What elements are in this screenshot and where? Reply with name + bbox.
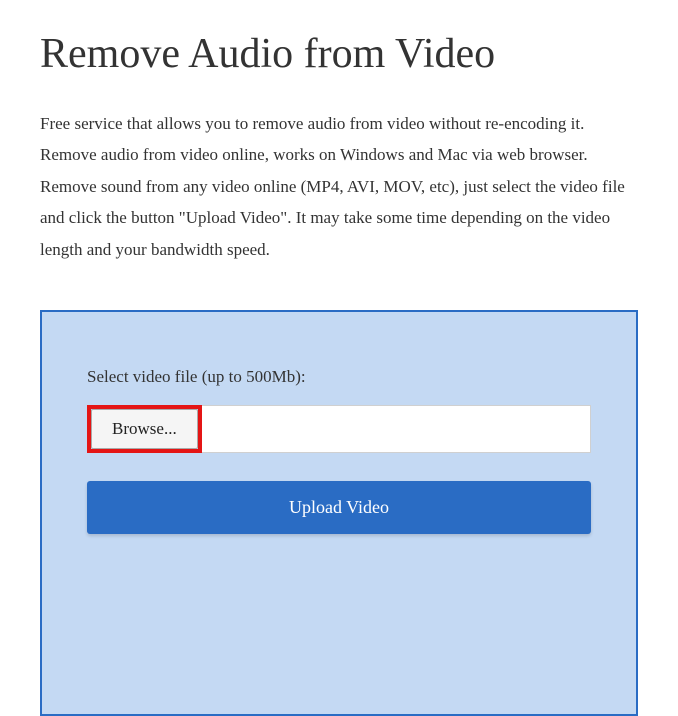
browse-button[interactable]: Browse... (91, 409, 198, 449)
file-input-row: Browse... (87, 405, 591, 453)
browse-highlight: Browse... (87, 405, 202, 453)
page-description: Free service that allows you to remove a… (40, 108, 638, 265)
page-title: Remove Audio from Video (40, 30, 638, 78)
file-path-input[interactable] (202, 405, 591, 453)
select-file-label: Select video file (up to 500Mb): (87, 367, 591, 387)
upload-panel: Select video file (up to 500Mb): Browse.… (40, 310, 638, 716)
upload-button[interactable]: Upload Video (87, 481, 591, 534)
